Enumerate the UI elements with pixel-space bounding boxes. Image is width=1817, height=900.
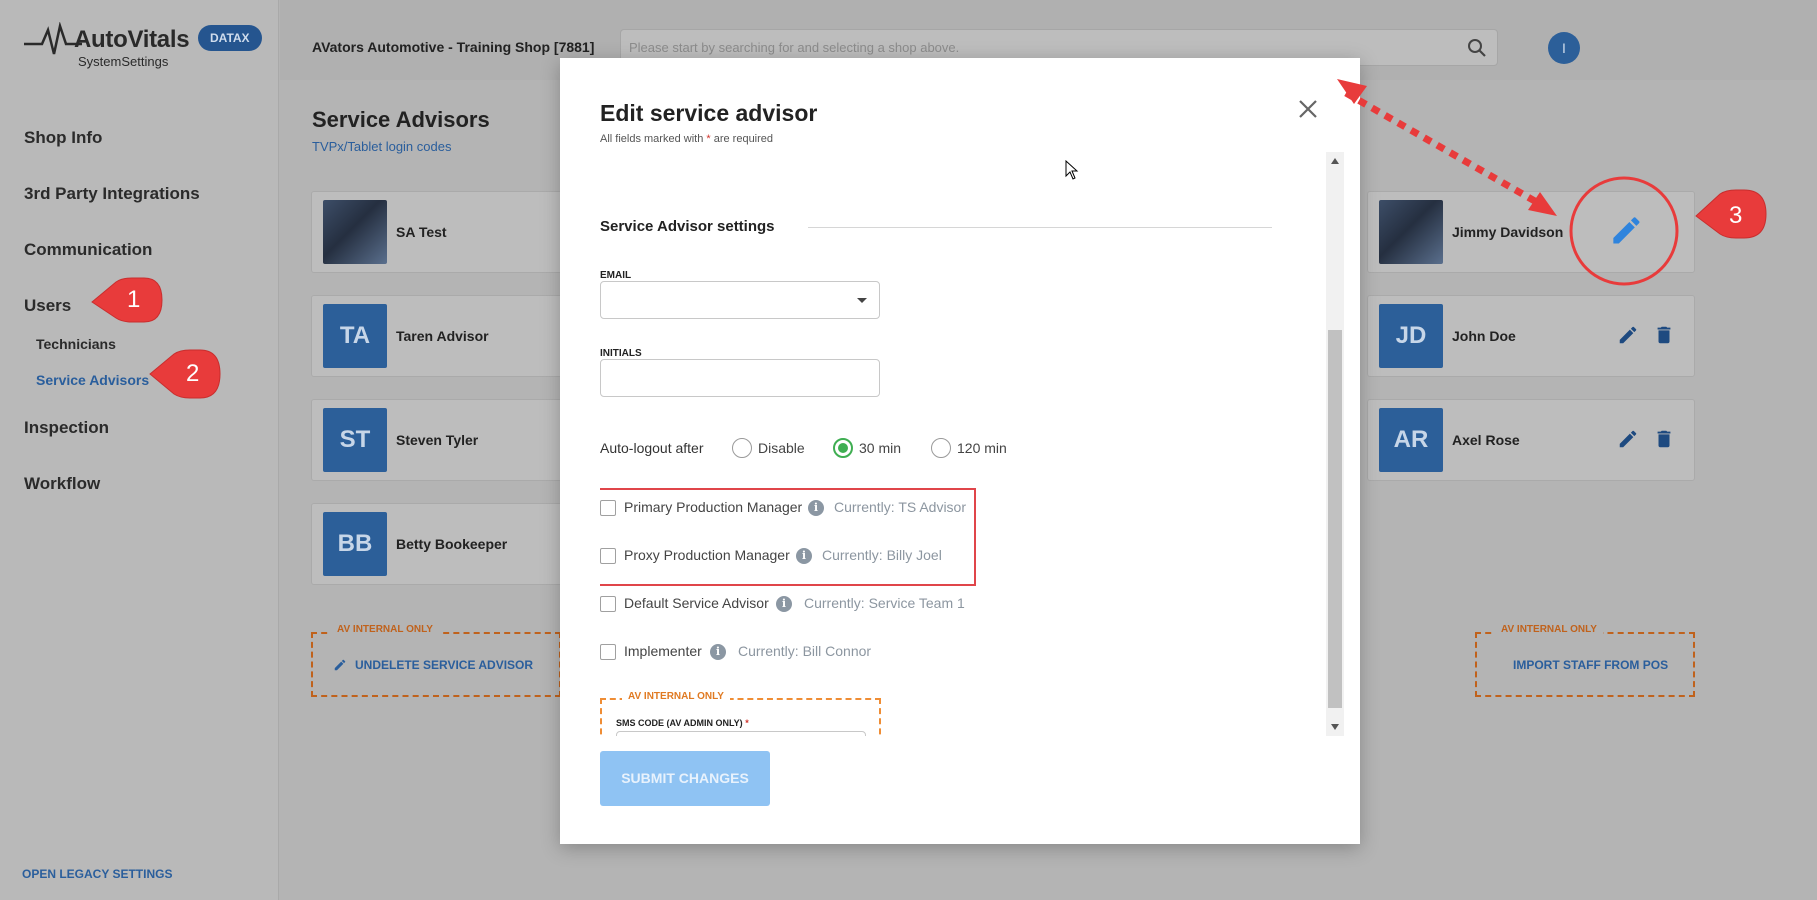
autologout-disable-radio[interactable]: Disable <box>732 438 805 458</box>
radio-circle <box>931 438 951 458</box>
advisor-name: John Doe <box>1452 328 1516 344</box>
autologout-120min-radio[interactable]: 120 min <box>931 438 1007 458</box>
tvpx-login-codes-link[interactable]: TVPx/Tablet login codes <box>312 139 451 154</box>
sms-code-label: SMS CODE (AV ADMIN ONLY) * <box>616 718 749 728</box>
radio-label: Disable <box>758 440 805 456</box>
advisor-card[interactable]: JD John Doe <box>1367 295 1695 377</box>
shop-name: AVators Automotive - Training Shop [7881… <box>312 39 595 55</box>
undelete-service-advisor-button[interactable]: UNDELETE SERVICE ADVISOR <box>355 658 533 672</box>
av-internal-undelete-box: AV INTERNAL ONLY UNDELETE SERVICE ADVISO… <box>311 624 561 697</box>
implementer-checkbox[interactable] <box>600 644 616 660</box>
initials-label: INITIALS <box>600 348 642 359</box>
advisor-card[interactable]: Jimmy Davidson <box>1367 191 1695 273</box>
av-internal-tag: AV INTERNAL ONLY <box>331 624 439 635</box>
role-label: Implementer <box>624 643 702 659</box>
modal-title: Edit service advisor <box>600 100 818 126</box>
user-avatar[interactable]: I <box>1548 32 1580 64</box>
advisor-card[interactable]: TA Taren Advisor <box>311 295 571 377</box>
sidebar-item-communication[interactable]: Communication <box>24 240 152 260</box>
scroll-up-arrow-icon[interactable] <box>1331 158 1339 164</box>
highlight-box <box>600 488 976 586</box>
chevron-down-icon <box>857 298 867 303</box>
advisor-initials-avatar: JD <box>1379 304 1443 368</box>
advisor-card[interactable]: AR Axel Rose <box>1367 399 1695 481</box>
callout-1-number: 1 <box>127 286 141 313</box>
sidebar-item-users[interactable]: Users <box>24 296 71 316</box>
close-icon[interactable] <box>1297 98 1319 120</box>
info-icon[interactable]: i <box>776 596 792 612</box>
section-divider <box>808 227 1272 228</box>
email-label: EMAIL <box>600 270 632 281</box>
sidebar-subitem-service-advisors[interactable]: Service Advisors <box>36 372 149 388</box>
advisor-name: Taren Advisor <box>396 328 489 344</box>
radio-circle <box>833 438 853 458</box>
autovitals-logo: AutoVitals SystemSettings DATAX <box>24 22 264 69</box>
section-title: Service Advisor settings <box>600 218 775 235</box>
advisor-name: SA Test <box>396 224 447 240</box>
av-internal-tag: AV INTERNAL ONLY <box>622 691 730 702</box>
advisor-name: Jimmy Davidson <box>1452 224 1564 240</box>
callout-2-number: 2 <box>186 360 200 387</box>
av-internal-sms-box: AV INTERNAL ONLY SMS CODE (AV ADMIN ONLY… <box>600 691 881 736</box>
radio-label: 120 min <box>957 440 1007 456</box>
search-placeholder: Please start by searching for and select… <box>629 40 960 55</box>
radio-label: 30 min <box>859 440 902 456</box>
email-select[interactable] <box>600 281 880 319</box>
advisor-name: Axel Rose <box>1452 432 1520 448</box>
sidebar-item-inspection[interactable]: Inspection <box>24 418 109 438</box>
page-title: Service Advisors <box>312 107 490 132</box>
autologout-label: Auto-logout after <box>600 440 704 456</box>
role-current-holder: Currently: Service Team 1 <box>804 595 965 611</box>
environment-badge: DATAX <box>198 25 262 51</box>
advisor-card[interactable]: BB Betty Bookeeper <box>311 503 571 585</box>
modal-scroll-area[interactable]: Service Advisor settings EMAIL INITIALS … <box>600 150 1322 736</box>
initials-field[interactable] <box>600 359 880 397</box>
advisor-initials-avatar: BB <box>323 512 387 576</box>
logo-subtitle: SystemSettings <box>78 54 169 69</box>
sidebar-item-3rd-party-integrations[interactable]: 3rd Party Integrations <box>24 184 200 204</box>
advisor-photo <box>323 200 387 264</box>
import-staff-from-pos-button[interactable]: IMPORT STAFF FROM POS <box>1513 658 1668 672</box>
pencil-icon <box>334 659 346 671</box>
advisor-initials-avatar: TA <box>323 304 387 368</box>
edit-service-advisor-modal: Edit service advisor All fields marked w… <box>560 58 1360 844</box>
advisor-initials-avatar: AR <box>1379 408 1443 472</box>
advisor-card[interactable]: ST Steven Tyler <box>311 399 571 481</box>
modal-scrollbar[interactable] <box>1326 152 1344 736</box>
info-icon[interactable]: i <box>710 644 726 660</box>
default-service-advisor-checkbox[interactable] <box>600 596 616 612</box>
autologout-30min-radio[interactable]: 30 min <box>833 438 901 458</box>
delete-trash-icon[interactable] <box>1653 428 1675 450</box>
advisor-initials-avatar: ST <box>323 408 387 472</box>
av-internal-tag: AV INTERNAL ONLY <box>1495 624 1603 635</box>
sidebar: AutoVitals SystemSettings DATAX Shop Inf… <box>0 0 279 900</box>
edit-pencil-icon[interactable] <box>1617 428 1639 450</box>
callout-3-number: 3 <box>1729 202 1743 229</box>
sms-code-field[interactable]: 11367a64-540c-488d-b5ca-bea84cd6 <box>616 731 866 736</box>
submit-changes-button[interactable]: SUBMIT CHANGES <box>600 751 770 806</box>
required-fields-note: All fields marked with * are required <box>600 133 774 145</box>
edit-pencil-icon[interactable] <box>1617 324 1639 346</box>
advisor-card[interactable]: SA Test <box>311 191 571 273</box>
av-internal-import-box: AV INTERNAL ONLY IMPORT STAFF FROM POS <box>1475 624 1695 697</box>
radio-circle <box>732 438 752 458</box>
mouse-cursor-icon <box>1065 160 1079 180</box>
role-label: Default Service Advisor <box>624 595 769 611</box>
sidebar-subitem-technicians[interactable]: Technicians <box>36 336 116 352</box>
logo-title: AutoVitals <box>74 26 190 53</box>
open-legacy-settings-link[interactable]: OPEN LEGACY SETTINGS <box>22 867 172 881</box>
advisor-name: Steven Tyler <box>396 432 479 448</box>
scroll-down-arrow-icon[interactable] <box>1331 724 1339 730</box>
role-current-holder: Currently: Bill Connor <box>738 643 872 659</box>
delete-trash-icon[interactable] <box>1653 324 1675 346</box>
sidebar-item-shop-info[interactable]: Shop Info <box>24 128 102 148</box>
search-icon[interactable] <box>1467 38 1487 58</box>
scrollbar-thumb[interactable] <box>1328 330 1342 708</box>
advisor-photo <box>1379 200 1443 264</box>
advisor-name: Betty Bookeeper <box>396 536 508 552</box>
sidebar-item-workflow[interactable]: Workflow <box>24 474 100 494</box>
